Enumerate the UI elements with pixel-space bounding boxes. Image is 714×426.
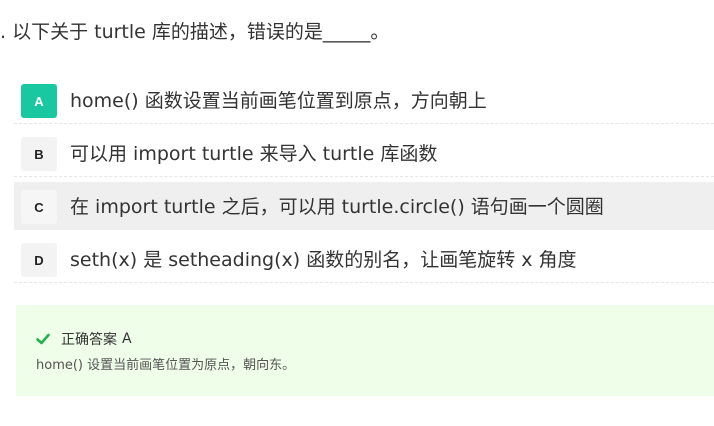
option-divider — [14, 123, 714, 124]
option-a-badge: A — [21, 84, 57, 118]
option-d[interactable]: D seth(x) 是 setheading(x) 函数的别名，让画笔旋转 x … — [14, 235, 714, 283]
option-b-badge: B — [21, 137, 57, 171]
answer-value: A — [122, 331, 132, 347]
option-d-badge: D — [21, 243, 57, 277]
option-a-text: home() 函数设置当前画笔位置到原点，方向朝上 — [70, 90, 487, 112]
option-d-text: seth(x) 是 setheading(x) 函数的别名，让画笔旋转 x 角度 — [70, 249, 577, 271]
answer-explanation: home() 设置当前画笔位置为原点，朝向东。 — [36, 358, 296, 373]
check-icon — [36, 333, 50, 345]
option-a[interactable]: A home() 函数设置当前画笔位置到原点，方向朝上 — [14, 76, 714, 124]
option-c-text: 在 import turtle 之后，可以用 turtle.circle() 语… — [70, 196, 604, 218]
option-b[interactable]: B 可以用 import turtle 来导入 turtle 库函数 — [14, 129, 714, 177]
answer-label: 正确答案 — [61, 332, 117, 348]
question-text: . 以下关于 turtle 库的描述，错误的是_____。 — [0, 21, 390, 43]
option-b-text: 可以用 import turtle 来导入 turtle 库函数 — [70, 143, 438, 165]
answer-header: 正确答案 A — [36, 329, 132, 349]
option-divider — [14, 282, 714, 283]
option-c[interactable]: C 在 import turtle 之后，可以用 turtle.circle()… — [14, 182, 714, 230]
option-c-badge: C — [21, 190, 57, 224]
answer-panel: 正确答案 A home() 设置当前画笔位置为原点，朝向东。 — [16, 305, 714, 396]
option-divider — [14, 176, 714, 177]
